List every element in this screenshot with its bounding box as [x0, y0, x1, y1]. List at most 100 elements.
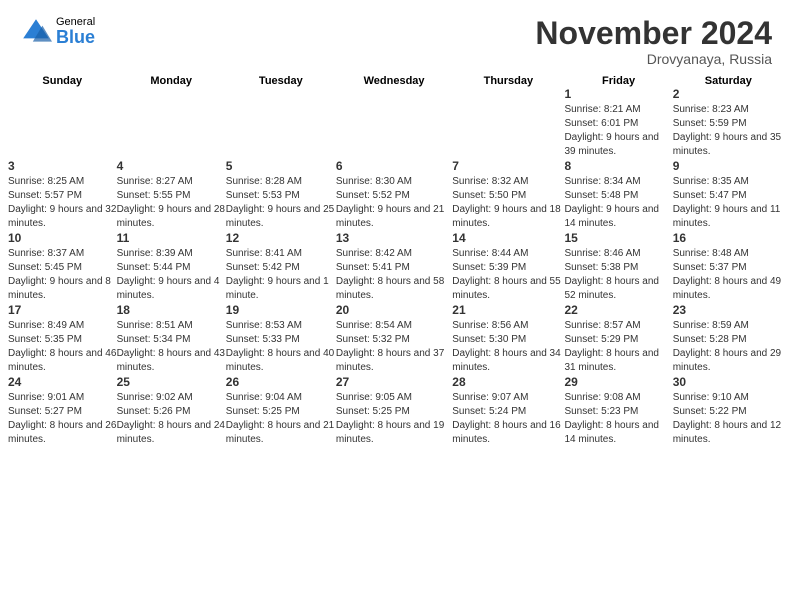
day-info: Sunrise: 8:48 AM Sunset: 5:37 PM Dayligh…: [673, 247, 784, 303]
day-number: 28: [452, 375, 564, 389]
day-info: Sunrise: 8:32 AM Sunset: 5:50 PM Dayligh…: [452, 175, 564, 231]
day-cell: [8, 87, 117, 159]
week-row-1: 1 Sunrise: 8:21 AM Sunset: 6:01 PM Daylig…: [8, 87, 784, 159]
day-info: Sunrise: 8:30 AM Sunset: 5:52 PM Dayligh…: [336, 175, 452, 231]
day-cell: 11Sunrise: 8:39 AM Sunset: 5:44 PM Dayli…: [117, 231, 226, 303]
day-number: 14: [452, 231, 564, 245]
day-cell: 15 Sunrise: 8:46 AM Sunset: 5:38 PM Dayli…: [564, 231, 672, 303]
day-info: Sunrise: 8:53 AM Sunset: 5:33 PM Dayligh…: [226, 319, 336, 375]
day-info: Sunrise: 9:08 AM Sunset: 5:23 PM Dayligh…: [564, 391, 672, 447]
day-cell: 30 Sunrise: 9:10 AM Sunset: 5:22 PM Dayli…: [673, 375, 784, 447]
day-number: 16: [673, 231, 784, 245]
day-cell: 22Sunrise: 8:57 AM Sunset: 5:29 PM Dayli…: [564, 303, 672, 375]
calendar-header: SundayMondayTuesdayWednesdayThursdayFrid…: [8, 75, 784, 87]
week-row-3: 10Sunrise: 8:37 AM Sunset: 5:45 PM Dayli…: [8, 231, 784, 303]
day-number: 15: [564, 231, 672, 245]
day-cell: 17 Sunrise: 8:49 AM Sunset: 5:35 PM Dayli…: [8, 303, 117, 375]
day-cell: [452, 87, 564, 159]
day-info: Sunrise: 9:02 AM Sunset: 5:26 PM Dayligh…: [117, 391, 226, 447]
day-info: Sunrise: 8:44 AM Sunset: 5:39 PM Dayligh…: [452, 247, 564, 303]
day-number: 27: [336, 375, 452, 389]
calendar-wrapper: SundayMondayTuesdayWednesdayThursdayFrid…: [0, 75, 792, 455]
day-cell: 27 Sunrise: 9:05 AM Sunset: 5:25 PM Dayli…: [336, 375, 452, 447]
day-number: 20: [336, 303, 452, 317]
day-cell: 10Sunrise: 8:37 AM Sunset: 5:45 PM Dayli…: [8, 231, 117, 303]
day-info: Sunrise: 8:56 AM Sunset: 5:30 PM Dayligh…: [452, 319, 564, 375]
day-cell: [117, 87, 226, 159]
day-number: 13: [336, 231, 452, 245]
day-info: Sunrise: 8:46 AM Sunset: 5:38 PM Dayligh…: [564, 247, 672, 303]
day-number: 11: [117, 231, 226, 245]
day-cell: 9 Sunrise: 8:35 AM Sunset: 5:47 PM Daylig…: [673, 159, 784, 231]
day-number: 24: [8, 375, 117, 389]
day-cell: 14 Sunrise: 8:44 AM Sunset: 5:39 PM Dayli…: [452, 231, 564, 303]
day-info: Sunrise: 8:41 AM Sunset: 5:42 PM Dayligh…: [226, 247, 336, 303]
weekday-header-sunday: Sunday: [8, 75, 117, 87]
week-row-5: 24Sunrise: 9:01 AM Sunset: 5:27 PM Dayli…: [8, 375, 784, 447]
day-number: 30: [673, 375, 784, 389]
day-number: 3: [8, 159, 117, 173]
day-number: 21: [452, 303, 564, 317]
location: Drovyanaya, Russia: [535, 51, 772, 67]
day-cell: 29 Sunrise: 9:08 AM Sunset: 5:23 PM Dayli…: [564, 375, 672, 447]
day-cell: 24Sunrise: 9:01 AM Sunset: 5:27 PM Dayli…: [8, 375, 117, 447]
day-number: 26: [226, 375, 336, 389]
day-cell: 26 Sunrise: 9:04 AM Sunset: 5:25 PM Dayli…: [226, 375, 336, 447]
day-info: Sunrise: 8:25 AM Sunset: 5:57 PM Dayligh…: [8, 175, 117, 231]
day-cell: 12 Sunrise: 8:41 AM Sunset: 5:42 PM Dayli…: [226, 231, 336, 303]
day-info: Sunrise: 8:21 AM Sunset: 6:01 PM Dayligh…: [564, 103, 672, 159]
weekday-header-saturday: Saturday: [673, 75, 784, 87]
day-info: Sunrise: 8:49 AM Sunset: 5:35 PM Dayligh…: [8, 319, 117, 375]
calendar-table: SundayMondayTuesdayWednesdayThursdayFrid…: [8, 75, 784, 447]
day-number: 12: [226, 231, 336, 245]
day-info: Sunrise: 9:05 AM Sunset: 5:25 PM Dayligh…: [336, 391, 452, 447]
month-title: November 2024: [535, 16, 772, 51]
calendar-body: 1 Sunrise: 8:21 AM Sunset: 6:01 PM Daylig…: [8, 87, 784, 447]
day-cell: 4Sunrise: 8:27 AM Sunset: 5:55 PM Daylig…: [117, 159, 226, 231]
day-info: Sunrise: 9:10 AM Sunset: 5:22 PM Dayligh…: [673, 391, 784, 447]
weekday-header-wednesday: Wednesday: [336, 75, 452, 87]
week-row-4: 17 Sunrise: 8:49 AM Sunset: 5:35 PM Dayli…: [8, 303, 784, 375]
day-info: Sunrise: 8:42 AM Sunset: 5:41 PM Dayligh…: [336, 247, 452, 303]
weekday-header-monday: Monday: [117, 75, 226, 87]
day-cell: 1 Sunrise: 8:21 AM Sunset: 6:01 PM Daylig…: [564, 87, 672, 159]
logo-text: General Blue: [56, 16, 95, 48]
day-info: Sunrise: 8:23 AM Sunset: 5:59 PM Dayligh…: [673, 103, 784, 159]
day-number: 1: [564, 87, 672, 101]
day-info: Sunrise: 8:51 AM Sunset: 5:34 PM Dayligh…: [117, 319, 226, 375]
day-cell: 21 Sunrise: 8:56 AM Sunset: 5:30 PM Dayli…: [452, 303, 564, 375]
day-number: 17: [8, 303, 117, 317]
day-info: Sunrise: 9:07 AM Sunset: 5:24 PM Dayligh…: [452, 391, 564, 447]
weekday-header-friday: Friday: [564, 75, 672, 87]
day-number: 9: [673, 159, 784, 173]
day-cell: 3 Sunrise: 8:25 AM Sunset: 5:57 PM Daylig…: [8, 159, 117, 231]
day-cell: [336, 87, 452, 159]
day-number: 19: [226, 303, 336, 317]
weekday-header-tuesday: Tuesday: [226, 75, 336, 87]
day-cell: 7 Sunrise: 8:32 AM Sunset: 5:50 PM Daylig…: [452, 159, 564, 231]
logo-icon: [20, 16, 52, 48]
day-number: 22: [564, 303, 672, 317]
day-number: 5: [226, 159, 336, 173]
day-number: 2: [673, 87, 784, 101]
day-cell: 5Sunrise: 8:28 AM Sunset: 5:53 PM Daylig…: [226, 159, 336, 231]
logo-blue: Blue: [56, 28, 95, 48]
day-info: Sunrise: 8:35 AM Sunset: 5:47 PM Dayligh…: [673, 175, 784, 231]
day-cell: 19 Sunrise: 8:53 AM Sunset: 5:33 PM Dayli…: [226, 303, 336, 375]
day-info: Sunrise: 9:04 AM Sunset: 5:25 PM Dayligh…: [226, 391, 336, 447]
weekday-header-thursday: Thursday: [452, 75, 564, 87]
day-cell: [226, 87, 336, 159]
day-cell: 13 Sunrise: 8:42 AM Sunset: 5:41 PM Dayli…: [336, 231, 452, 303]
day-number: 29: [564, 375, 672, 389]
day-number: 23: [673, 303, 784, 317]
day-cell: 25Sunrise: 9:02 AM Sunset: 5:26 PM Dayli…: [117, 375, 226, 447]
logo: General Blue: [20, 16, 95, 48]
day-cell: 8Sunrise: 8:34 AM Sunset: 5:48 PM Daylig…: [564, 159, 672, 231]
page-header: General Blue November 2024 Drovyanaya, R…: [0, 0, 792, 75]
day-info: Sunrise: 8:59 AM Sunset: 5:28 PM Dayligh…: [673, 319, 784, 375]
day-number: 7: [452, 159, 564, 173]
weekday-header-row: SundayMondayTuesdayWednesdayThursdayFrid…: [8, 75, 784, 87]
day-cell: 20Sunrise: 8:54 AM Sunset: 5:32 PM Dayli…: [336, 303, 452, 375]
day-number: 10: [8, 231, 117, 245]
week-row-2: 3 Sunrise: 8:25 AM Sunset: 5:57 PM Daylig…: [8, 159, 784, 231]
